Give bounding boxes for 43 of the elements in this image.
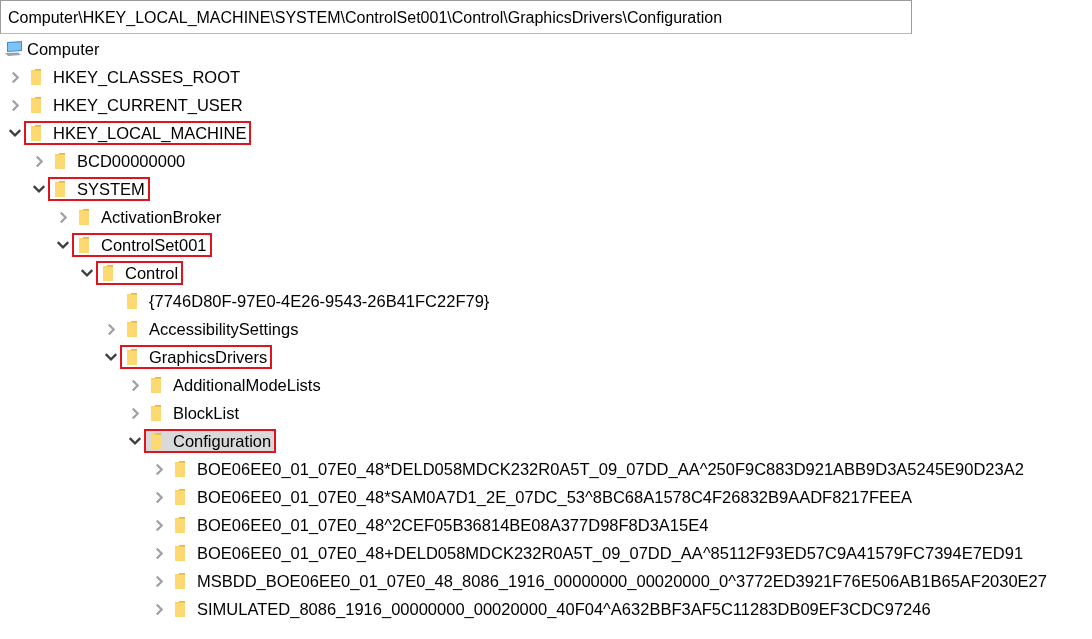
tree-item[interactable]: BOE06EE0_01_07E0_48*SAM0A7D1_2E_07DC_53^8BC68A1578C4F26832B9AADF8217FEEA: [168, 485, 917, 509]
folder-icon: [77, 208, 91, 226]
folder-icon: [173, 544, 187, 562]
tree-item[interactable]: AdditionalModeLists: [144, 373, 326, 397]
folder-icon: [53, 152, 67, 170]
folder-icon: [101, 264, 115, 282]
tree-item[interactable]: MSBDD_BOE06EE0_01_07E0_48_8086_1916_00000000_00020000_0^3772ED3921F76E506AB1B65AF2030E27: [168, 569, 1052, 593]
tree-item[interactable]: Computer: [27, 39, 100, 59]
folder-icon: [173, 488, 187, 506]
address-bar[interactable]: Computer\HKEY_LOCAL_MACHINE\SYSTEM\ControlSet001\Control\GraphicsDrivers\Configuration: [0, 0, 912, 34]
tree-item[interactable]: BlockList: [144, 401, 245, 425]
tree-item[interactable]: BOE06EE0_01_07E0_48*DELD058MDCK232R0A5T_09_07DD_AA^250F9C883D921ABB9D3A5245E90D23A2: [168, 457, 1029, 481]
tree-item[interactable]: Configuration: [144, 429, 277, 453]
folder-icon: [29, 124, 43, 142]
tree-item[interactable]: HKEY_CURRENT_USER: [24, 93, 248, 117]
computer-icon: [4, 40, 24, 58]
tree-item[interactable]: HKEY_CLASSES_ROOT: [24, 65, 246, 89]
folder-icon: [173, 460, 187, 478]
folder-icon: [125, 292, 139, 310]
tree-item[interactable]: ActivationBroker: [72, 205, 227, 229]
tree-item[interactable]: BCD00000000: [48, 149, 191, 173]
folder-icon: [53, 180, 67, 198]
folder-icon: [125, 320, 139, 338]
tree-item[interactable]: BOE06EE0_01_07E0_48^2CEF05B36814BE08A377D98F8D3A15E4: [168, 513, 714, 537]
folder-icon: [173, 600, 187, 618]
tree-item[interactable]: GraphicsDrivers: [120, 345, 273, 369]
folder-icon: [173, 516, 187, 534]
tree-item[interactable]: Control: [96, 261, 184, 285]
tree-item[interactable]: HKEY_LOCAL_MACHINE: [24, 121, 252, 145]
folder-icon: [149, 404, 163, 422]
tree-item[interactable]: BOE06EE0_01_07E0_48+DELD058MDCK232R0A5T_09_07DD_AA^85112F93ED57C9A41579FC7394E7ED91: [168, 541, 1029, 565]
tree-item[interactable]: SIMULATED_8086_1916_00000000_00020000_40F04^A632BBF3AF5C11283DB09EF3CDC97246: [168, 597, 936, 621]
folder-icon: [125, 348, 139, 366]
tree-item[interactable]: {7746D80F-97E0-4E26-9543-26B41FC22F79}: [120, 289, 495, 313]
folder-icon: [149, 376, 163, 394]
folder-icon: [29, 68, 43, 86]
folder-icon: [173, 572, 187, 590]
folder-icon: [29, 96, 43, 114]
tree-item[interactable]: AccessibilitySettings: [120, 317, 304, 341]
tree-item[interactable]: SYSTEM: [48, 177, 150, 201]
folder-icon: [77, 236, 91, 254]
tree-item[interactable]: ControlSet001: [72, 233, 212, 257]
folder-icon: [149, 432, 163, 450]
